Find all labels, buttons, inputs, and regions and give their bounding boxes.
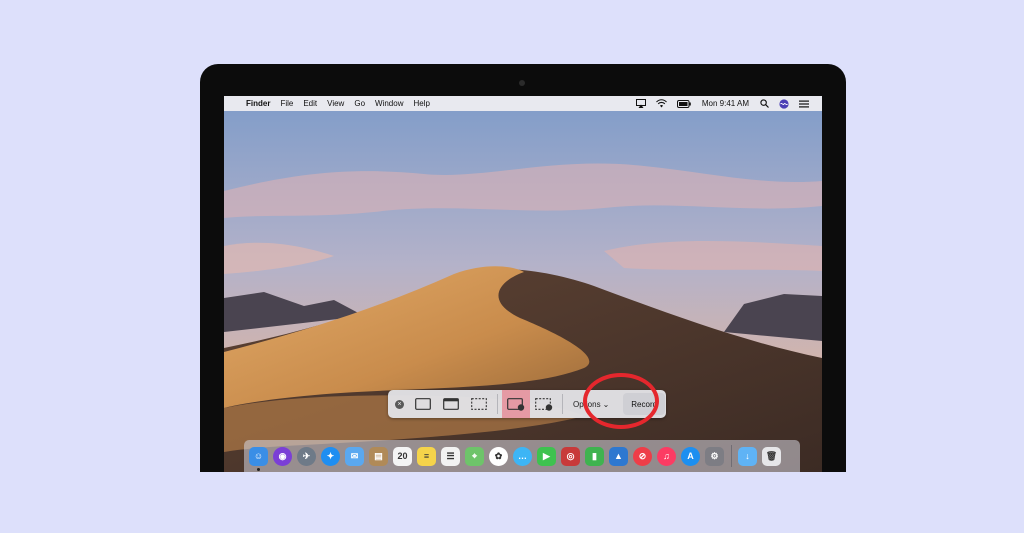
messages-glyph: …	[518, 451, 527, 461]
dock-mail-icon[interactable]: ✉	[345, 446, 364, 466]
battery-icon[interactable]	[676, 99, 691, 108]
record-entire-screen-button[interactable]	[502, 390, 530, 418]
airplay-icon[interactable]	[635, 99, 646, 108]
keynote-glyph: ▲	[614, 451, 623, 461]
calendar-glyph: 20	[397, 451, 408, 461]
dock-contacts-icon[interactable]: ▤	[369, 446, 388, 466]
dock-safari-icon[interactable]: ✦	[321, 446, 340, 466]
capture-selected-portion-button[interactable]	[465, 390, 493, 418]
launchpad-glyph: ✈	[302, 450, 311, 461]
dock-news-icon[interactable]: ⊘	[633, 446, 652, 466]
toolbar-divider	[497, 394, 498, 414]
menu-window[interactable]: Window	[370, 99, 408, 108]
menu-app-name[interactable]: Finder	[241, 99, 275, 108]
dock-calendar-icon[interactable]: 20	[393, 446, 412, 466]
safari-glyph: ✦	[326, 450, 335, 461]
running-indicator	[257, 467, 260, 471]
numbers-glyph: ▮	[592, 450, 597, 461]
menu-go[interactable]: Go	[349, 99, 370, 108]
reminders-glyph: ☰	[446, 450, 455, 461]
menu-clock[interactable]: Mon 9:41 AM	[702, 99, 749, 108]
record-screen-icon	[507, 397, 525, 411]
capture-entire-screen-button[interactable]	[409, 390, 437, 418]
dock-trash-icon[interactable]: 🗑	[762, 446, 781, 466]
dock-messages-icon[interactable]: …	[513, 446, 532, 466]
notes-glyph: ≡	[423, 451, 430, 461]
capture-selected-window-button[interactable]	[437, 390, 465, 418]
spotlight-search-icon[interactable]	[760, 99, 769, 108]
dock-numbers-icon[interactable]: ▮	[585, 446, 604, 466]
toolbar-divider	[562, 394, 563, 414]
dock-downloads-folder-icon[interactable]: ↓	[738, 446, 757, 466]
record-selection-icon	[535, 397, 553, 411]
menu-help[interactable]: Help	[408, 99, 434, 108]
menu-list-icon[interactable]	[799, 100, 809, 108]
laptop-frame: Finder File Edit View Go Window Help Mon…	[200, 64, 846, 472]
desktop-screen: Finder File Edit View Go Window Help Mon…	[224, 96, 822, 472]
record-selected-portion-button[interactable]	[530, 390, 558, 418]
siri-glyph: ◉	[278, 450, 287, 461]
menu-edit[interactable]: Edit	[298, 99, 322, 108]
contacts-glyph: ▤	[374, 450, 383, 461]
facetime-glyph: ▶	[543, 450, 550, 461]
dock-separator	[731, 445, 732, 467]
selection-icon	[471, 398, 487, 410]
dock-maps-icon[interactable]: ⌖	[465, 446, 484, 466]
dock: ☺ ◉ ✈ ✦ ✉ ▤ 20 ≡ ☰ ⌖ ✿ … ▶ ◎ ▮ ▲ ⊘ ♫ A ⚙ ↓ 🗑	[244, 440, 800, 472]
dock-facetime-icon[interactable]: ▶	[537, 446, 556, 466]
dock-app-store-icon[interactable]: A	[681, 446, 700, 466]
close-icon[interactable]: ×	[395, 399, 404, 409]
dock-finder-icon[interactable]: ☺	[249, 446, 268, 471]
dock-notes-icon[interactable]: ≡	[417, 446, 436, 466]
dock-system-preferences-icon[interactable]: ⚙	[705, 446, 724, 466]
menu-bar: Finder File Edit View Go Window Help Mon…	[224, 96, 822, 111]
dock-siri-icon[interactable]: ◉	[273, 446, 292, 466]
dock-launchpad-icon[interactable]: ✈	[297, 446, 316, 466]
trash-glyph: 🗑	[765, 450, 778, 461]
dock-reminders-icon[interactable]: ☰	[441, 446, 460, 466]
system-preferences-glyph: ⚙	[710, 450, 719, 461]
news-glyph: ⊘	[638, 450, 647, 461]
dock-music-icon[interactable]: ♫	[657, 446, 676, 466]
siri-icon[interactable]	[779, 98, 789, 109]
camera	[519, 80, 525, 86]
photos-glyph: ✿	[494, 450, 503, 461]
music-glyph: ♫	[663, 451, 670, 461]
dock-keynote-icon[interactable]: ▲	[609, 446, 628, 466]
downloads-folder-glyph: ↓	[745, 451, 750, 461]
app-store-glyph: A	[687, 451, 694, 461]
maps-glyph: ⌖	[471, 450, 478, 461]
dock-photo-booth-icon[interactable]: ◎	[561, 446, 580, 466]
entire-screen-icon	[415, 398, 431, 410]
photo-booth-glyph: ◎	[566, 450, 575, 461]
finder-glyph: ☺	[253, 451, 264, 461]
window-icon	[443, 398, 459, 410]
wifi-icon[interactable]	[655, 99, 667, 108]
menu-view[interactable]: View	[322, 99, 349, 108]
menu-file[interactable]: File	[275, 99, 298, 108]
record-highlight-circle	[583, 373, 659, 429]
mail-glyph: ✉	[350, 450, 359, 461]
dock-photos-icon[interactable]: ✿	[489, 446, 508, 466]
